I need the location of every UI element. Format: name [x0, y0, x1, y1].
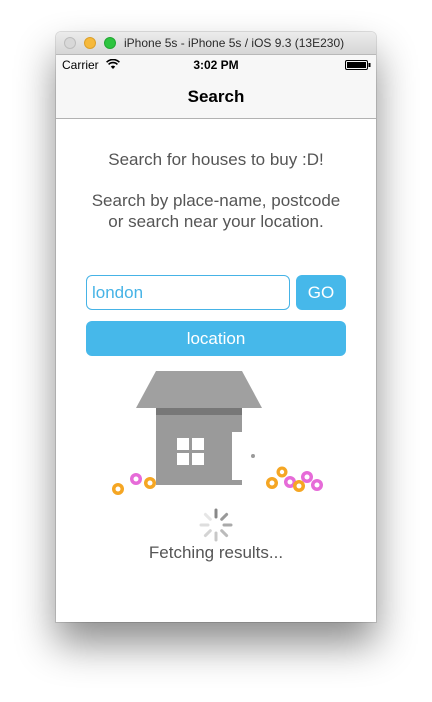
flower-icon	[293, 480, 305, 492]
window-title: iPhone 5s - iPhone 5s / iOS 9.3 (13E230)	[124, 36, 345, 50]
phone-screen: Carrier 3:02 PM Search Search for houses…	[56, 55, 376, 622]
loading-spinner-icon	[199, 508, 233, 542]
location-button[interactable]: location	[86, 321, 346, 356]
flower-icon	[130, 473, 142, 485]
flower-icon	[112, 483, 124, 495]
close-window-button[interactable]	[64, 37, 76, 49]
zoom-window-button[interactable]	[104, 37, 116, 49]
intro-text: Search for houses to buy :D!	[108, 150, 324, 169]
flower-icon	[301, 471, 313, 483]
door-knob	[251, 454, 255, 458]
minimize-window-button[interactable]	[84, 37, 96, 49]
flower-icon	[266, 477, 278, 489]
house-icon	[112, 371, 323, 495]
status-time: 3:02 PM	[193, 58, 239, 72]
house-roof	[136, 371, 262, 408]
loading-text: Fetching results...	[148, 543, 284, 562]
flower-icon	[144, 477, 156, 489]
go-button[interactable]: GO	[296, 275, 346, 310]
page-title: Search	[187, 87, 245, 106]
simulator-window: iPhone 5s - iPhone 5s / iOS 9.3 (13E230)…	[56, 32, 376, 622]
flower-icon	[311, 479, 323, 491]
status-bar: Carrier 3:02 PM	[56, 55, 376, 75]
navigation-bar: Search	[56, 75, 376, 119]
house-eave	[156, 408, 242, 415]
search-input[interactable]	[86, 275, 290, 310]
window-title-bar[interactable]: iPhone 5s - iPhone 5s / iOS 9.3 (13E230)	[56, 32, 376, 55]
description-text: Search by place-name, postcode or search…	[91, 191, 341, 231]
battery-icon	[345, 60, 371, 70]
flower-icon	[276, 466, 288, 478]
